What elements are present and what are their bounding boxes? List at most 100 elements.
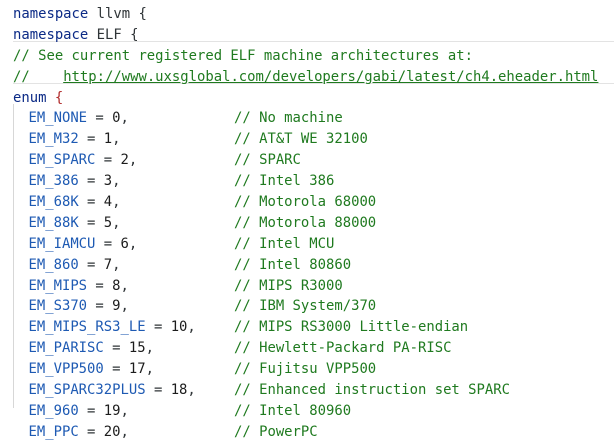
namespace-llvm-line: namespace llvm { (13, 4, 614, 25)
enum-constant-name: EM_386 (28, 173, 79, 190)
enum-constant-name: EM_SPARC (28, 152, 96, 169)
enum-constant-value: 15 (128, 340, 146, 357)
comma: , (187, 319, 196, 336)
enum-constant-name: EM_VPP500 (28, 361, 104, 378)
enum-constant-value: 18 (170, 382, 188, 399)
enum-constant-value: 20 (103, 423, 121, 440)
assign-operator: = (87, 277, 113, 294)
assign-operator: = (78, 173, 104, 190)
enum-entry-line: EM_960 = 19, // Intel 80960 (13, 401, 614, 422)
enum-entry-comment: // Enhanced instruction set SPARC (234, 382, 510, 399)
assign-operator: = (145, 319, 171, 336)
enum-entry-comment: // No machine (234, 110, 343, 127)
enum-constant-name: EM_88K (28, 214, 79, 231)
enum-entry-line: EM_NONE = 0, // No machine (13, 108, 614, 129)
enum-constant-value: 1 (103, 131, 113, 148)
assign-operator: = (87, 110, 113, 127)
comma: , (112, 131, 121, 148)
enum-entry-line: EM_860 = 7, // Intel 80860 (13, 255, 614, 276)
enum-declaration-line: enum { (13, 88, 614, 109)
assign-operator: = (103, 340, 129, 357)
enum-entry-line: EM_386 = 3, // Intel 386 (13, 171, 614, 192)
enum-entry-comment: // MIPS RS3000 Little-endian (234, 319, 469, 336)
comma: , (187, 382, 196, 399)
comma: , (120, 110, 129, 127)
enum-entry-comment: // SPARC (234, 152, 301, 169)
enum-entry-line: EM_PPC = 20, // PowerPC (13, 422, 614, 443)
enum-entry-comment: // Intel 80860 (234, 256, 352, 273)
enum-entry-comment: // PowerPC (234, 423, 318, 440)
enum-open-brace: { (54, 89, 64, 106)
code-editor[interactable]: namespace llvm { namespace ELF { // See … (0, 0, 614, 440)
enum-entry-line: EM_MIPS = 8, // MIPS R3000 (13, 276, 614, 297)
enum-entry-line: EM_M32 = 1, // AT&T WE 32100 (13, 129, 614, 150)
assign-operator: = (95, 235, 121, 252)
enum-constant-name: EM_NONE (28, 110, 88, 127)
enum-constant-name: EM_MIPS (28, 277, 88, 294)
comment-text: // See current registered ELF machine ar… (13, 47, 473, 64)
enum-entry-line: EM_VPP500 = 17, // Fujitsu VPP500 (13, 359, 614, 380)
assign-operator: = (78, 402, 104, 419)
enum-constant-value: 0 (112, 110, 121, 127)
enum-constant-value: 7 (103, 256, 113, 273)
enum-constant-name: EM_IAMCU (28, 235, 96, 252)
enum-constant-name: EM_MIPS_RS3_LE (28, 319, 146, 336)
namespace-elf-line: namespace ELF { (13, 25, 614, 46)
assign-operator: = (78, 256, 104, 273)
enum-entry-line: EM_IAMCU = 6, // Intel MCU (13, 234, 614, 255)
assign-operator: = (87, 298, 113, 315)
enum-constant-name: EM_960 (28, 402, 79, 419)
enum-keyword: enum (13, 89, 47, 106)
open-brace: { (138, 6, 147, 22)
enum-constant-name: EM_S370 (28, 298, 88, 315)
assign-operator: = (78, 194, 104, 211)
enum-entry-comment: // Hewlett-Packard PA-RISC (234, 340, 452, 357)
enum-entry-comment: // Intel 80960 (234, 402, 352, 419)
comma: , (120, 298, 129, 315)
comma: , (145, 340, 154, 357)
enum-constant-name: EM_PPC (28, 423, 79, 440)
enum-entry-comment: // Motorola 88000 (234, 214, 377, 231)
comment-prefix: // (13, 68, 64, 85)
comma: , (145, 361, 154, 378)
assign-operator: = (95, 152, 121, 169)
enum-constant-value: 17 (128, 361, 146, 378)
enum-constant-value: 9 (112, 298, 121, 315)
enum-constant-value: 8 (112, 277, 121, 294)
comma: , (112, 256, 121, 273)
enum-entry-line: EM_MIPS_RS3_LE = 10, // MIPS RS3000 Littl… (13, 317, 614, 338)
enum-entry-line: EM_SPARC = 2, // SPARC (13, 150, 614, 171)
enum-entry-comment: // IBM System/370 (234, 298, 377, 315)
enum-constant-value: 5 (103, 214, 113, 231)
enum-constant-value: 19 (103, 402, 121, 419)
enum-entry-line: EM_S370 = 9, // IBM System/370 (13, 296, 614, 317)
enum-entry-comment: // Intel 386 (234, 173, 335, 190)
enum-constant-name: EM_SPARC32PLUS (28, 382, 146, 399)
comma: , (120, 423, 129, 440)
enum-constant-name: EM_PARISC (28, 340, 104, 357)
enum-entry-comment: // AT&T WE 32100 (234, 131, 368, 148)
enum-constant-name: EM_M32 (28, 131, 79, 148)
enum-constant-value: 2 (120, 152, 129, 169)
enum-constant-value: 10 (170, 319, 188, 336)
enum-entry-line: EM_PARISC = 15, // Hewlett-Packard PA-RIS… (13, 338, 614, 359)
enum-constant-name: EM_68K (28, 194, 79, 211)
enum-constant-value: 6 (120, 235, 129, 252)
assign-operator: = (78, 423, 104, 440)
comma: , (120, 277, 129, 294)
namespace-name: llvm (96, 6, 131, 22)
enum-constant-value: 3 (103, 173, 113, 190)
comment-url-line: // http://www.uxsglobal.com/developers/g… (13, 67, 614, 88)
comma: , (112, 194, 121, 211)
enum-entry-line: EM_SPARC32PLUS = 18, // Enhanced instruct… (13, 380, 614, 401)
enum-entry-line: EM_68K = 4, // Motorola 68000 (13, 192, 614, 213)
spec-url-link[interactable]: http://www.uxsglobal.com/developers/gabi… (63, 69, 598, 85)
comma: , (128, 235, 138, 252)
assign-operator: = (103, 361, 129, 378)
enum-entry-comment: // Intel MCU (234, 235, 335, 252)
enum-entry-comment: // MIPS R3000 (234, 277, 343, 294)
namespace-keyword: namespace (13, 6, 89, 22)
enum-entry-line: EM_88K = 5, // Motorola 88000 (13, 213, 614, 234)
enum-entries: EM_NONE = 0, // No machine EM_M32 = 1, // A… (13, 108, 614, 442)
comma: , (112, 173, 121, 190)
